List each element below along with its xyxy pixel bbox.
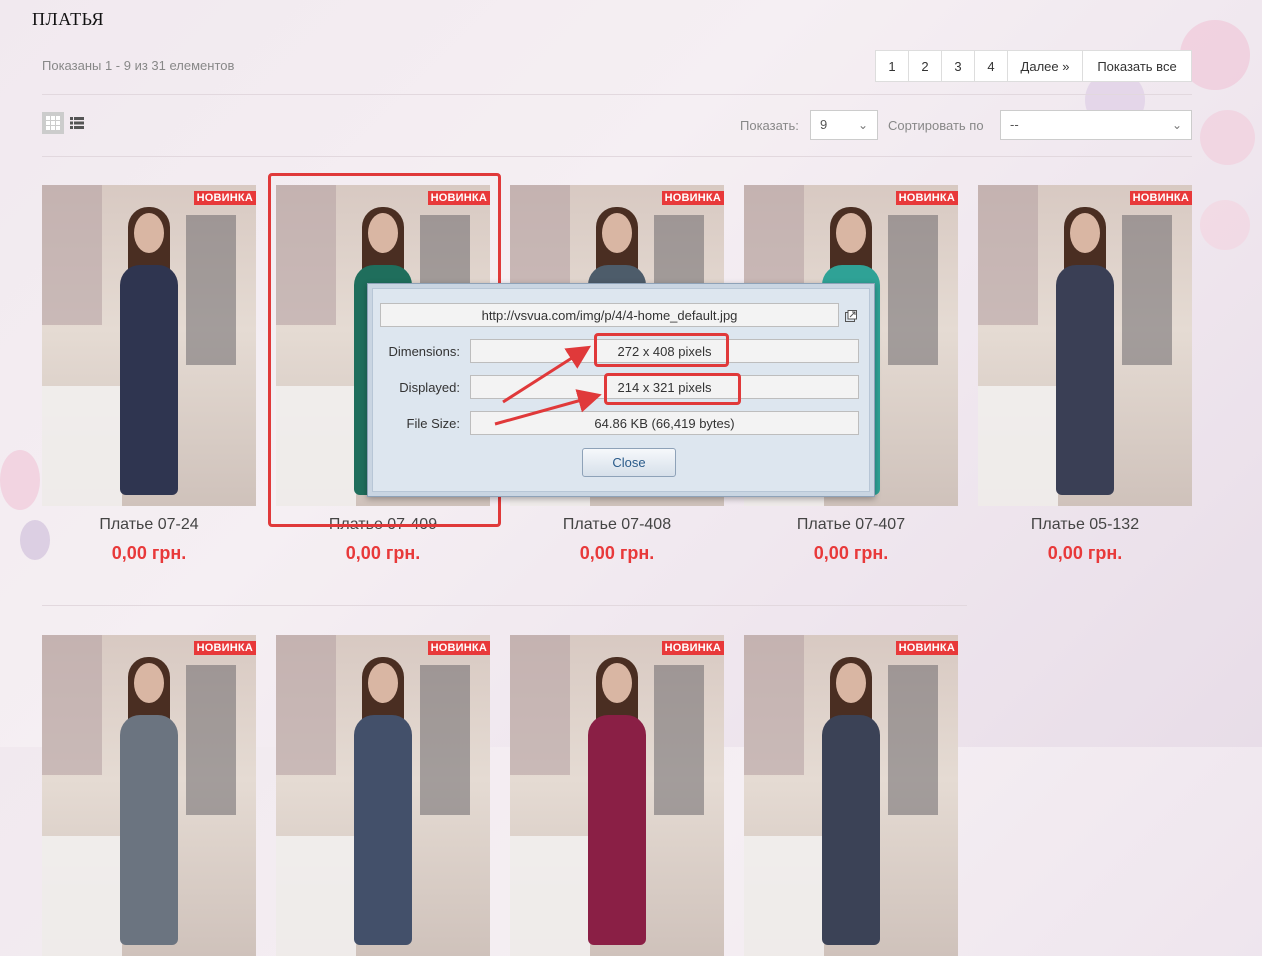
dress-figure xyxy=(822,715,880,945)
dress-figure xyxy=(588,715,646,945)
dress-figure xyxy=(120,715,178,945)
annotation-arrow xyxy=(494,389,602,426)
dress-figure xyxy=(354,715,412,945)
annotation-arrows xyxy=(494,345,602,426)
annotation-arrow xyxy=(502,345,592,404)
